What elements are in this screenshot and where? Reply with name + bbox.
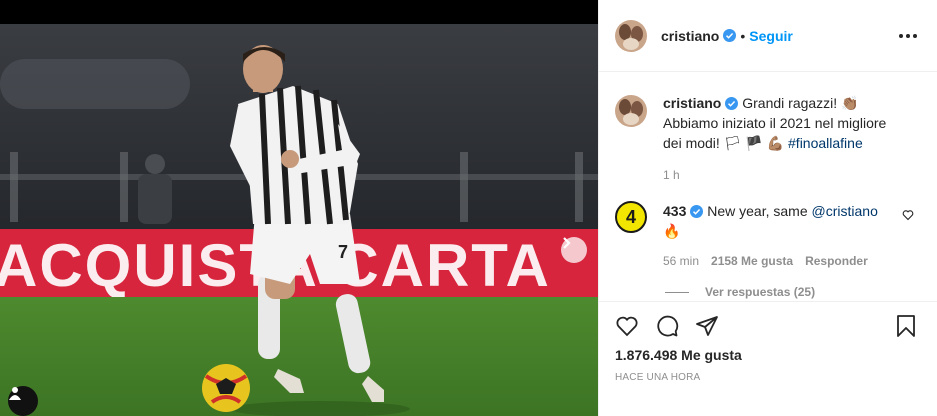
comment-time[interactable]: 56 min xyxy=(663,251,699,271)
post-photo[interactable]: ACQUISTA CARTA 7 xyxy=(0,24,598,416)
commenter-avatar[interactable]: 4 xyxy=(615,201,647,233)
browser-top-strip xyxy=(0,0,598,24)
caption-time[interactable]: 1 h xyxy=(663,165,680,185)
view-replies-button[interactable]: Ver respuestas (25) xyxy=(665,285,815,299)
post-header: cristiano • Seguir xyxy=(599,0,937,72)
comment-emoji: 🔥 xyxy=(663,223,681,239)
post-timestamp[interactable]: HACE UNA HORA xyxy=(615,372,700,383)
heart-icon[interactable] xyxy=(615,314,639,338)
caption-username[interactable]: cristiano xyxy=(663,95,721,111)
user-tag-icon xyxy=(9,387,21,400)
replies-divider xyxy=(665,291,689,293)
comment-likes[interactable]: 2158 Me gusta xyxy=(711,251,793,271)
comment-mention[interactable]: @cristiano xyxy=(812,203,878,219)
jersey-number: 7 xyxy=(338,242,348,262)
likes-count[interactable]: 1.876.498 Me gusta xyxy=(615,347,742,363)
next-photo-button[interactable] xyxy=(561,237,587,263)
author-username[interactable]: cristiano xyxy=(661,28,719,44)
post-actions: 1.876.498 Me gusta HACE UNA HORA xyxy=(599,301,937,416)
post-side-panel: cristiano • Seguir cristiano Grandi raga… xyxy=(598,0,937,416)
verified-icon xyxy=(725,97,739,110)
next-arrow-icon xyxy=(563,237,571,249)
verified-icon xyxy=(690,205,704,218)
user-tag-button[interactable] xyxy=(8,386,38,416)
comment-item: 4 433 New year, same @cristiano 🔥 56 min… xyxy=(615,201,923,271)
bookmark-icon[interactable] xyxy=(894,314,918,338)
caption-text-line3: dei modi! 🏳 🏴 💪🏽 xyxy=(663,135,789,151)
caption-text-line1: Grandi ragazzi! 👏🏽 xyxy=(742,95,859,111)
verified-icon xyxy=(723,29,737,42)
commenter-username[interactable]: 433 xyxy=(663,203,686,219)
caption-text-line2: Abbiamo iniziato il 2021 nel migliore xyxy=(663,115,887,131)
header-separator: • xyxy=(740,27,746,44)
comments-list[interactable]: cristiano Grandi ragazzi! 👏🏽 Abbiamo ini… xyxy=(599,73,937,301)
more-options-icon[interactable] xyxy=(899,33,921,38)
follow-button[interactable]: Seguir xyxy=(749,28,793,44)
comment-text: New year, same xyxy=(707,203,812,219)
photo-illustration: ACQUISTA CARTA 7 xyxy=(0,24,598,416)
reply-button[interactable]: Responder xyxy=(805,251,868,271)
caption-avatar[interactable] xyxy=(615,95,647,127)
caption: cristiano Grandi ragazzi! 👏🏽 Abbiamo ini… xyxy=(615,93,923,185)
view-replies-label: Ver respuestas (25) xyxy=(705,285,816,299)
comment-like-heart-icon[interactable] xyxy=(902,209,914,221)
caption-hashtag[interactable]: #finoallafine xyxy=(788,135,863,151)
comment-icon[interactable] xyxy=(655,314,679,338)
share-icon[interactable] xyxy=(695,314,719,338)
author-avatar[interactable] xyxy=(615,19,647,52)
